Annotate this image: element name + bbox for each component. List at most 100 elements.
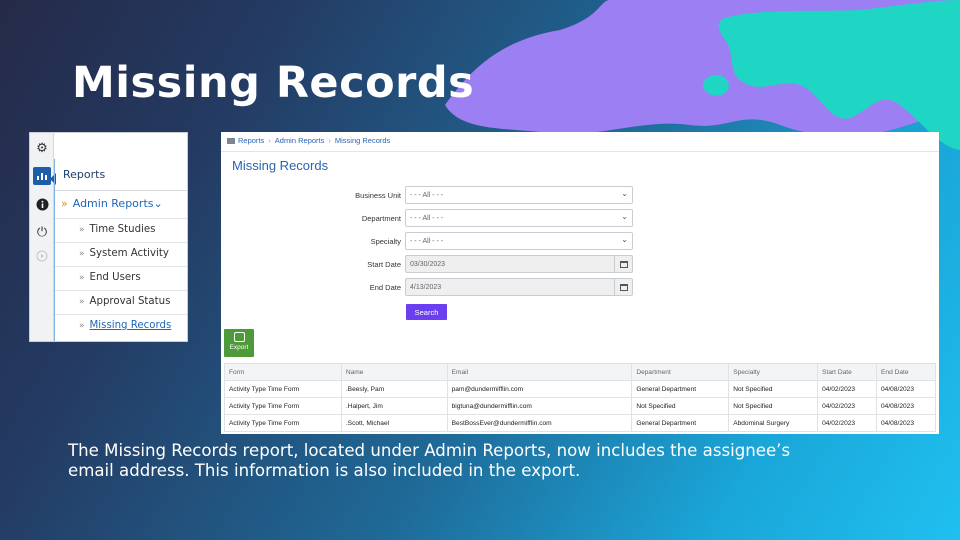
filter-label: Specialty [370,237,401,246]
specialty-select[interactable]: - - - All - - - ⌄ [405,232,633,250]
filter-end-date: End Date 4/13/2023 [221,278,939,298]
start-date-input[interactable]: 03/30/2023 [405,255,633,273]
menu-item-label: Time Studies [89,224,156,235]
gear-icon[interactable]: ⚙ [33,139,51,157]
report-title: Missing Records [232,158,329,173]
table-cell: Activity Type Time Form [224,380,342,398]
menu-item-label: Approval Status [89,296,171,307]
table-cell: 04/08/2023 [876,414,936,432]
filter-specialty: Specialty - - - All - - - ⌄ [221,232,939,252]
breadcrumb-separator: › [328,136,331,145]
date-value: 4/13/2023 [410,284,442,291]
column-header[interactable]: Form [224,363,342,381]
table-cell: General Department [631,414,730,432]
menu-item-label: Missing Records [89,320,172,331]
report-screenshot: Reports › Admin Reports › Missing Records Mi… [221,132,939,434]
table-cell: 04/02/2023 [817,397,878,415]
table-cell: Not Specified [728,380,819,398]
column-header[interactable]: Start Date [817,363,878,381]
table-cell: bigtuna@dundermifflin.com [446,397,633,415]
chevron-right-icon: » [79,297,85,307]
reports-menu: Reports » Admin Reports⌄ » Time Studies » S… [54,159,187,341]
table-cell: 04/08/2023 [876,397,936,415]
chevron-down-icon: ⌄ [153,197,163,210]
table-cell: .Beesly, Pam [340,380,448,398]
menu-item-missing-records[interactable]: » Missing Records [55,315,187,339]
table-cell: Activity Type Time Form [224,414,342,432]
breadcrumb-admin-reports[interactable]: Admin Reports [275,136,325,145]
department-select[interactable]: - - - All - - - ⌄ [405,209,633,227]
icon-rail: ⚙ ⏻ [30,133,54,341]
menu-item-time-studies[interactable]: » Time Studies [55,219,187,243]
calendar-icon[interactable] [614,256,632,272]
power-icon[interactable]: ⏻ [33,223,51,241]
table-cell: Abdominal Surgery [728,414,819,432]
chevron-right-icon: » [79,321,85,331]
chevron-down-icon: ⌄ [621,212,628,221]
filter-department: Department - - - All - - - ⌄ [221,209,939,229]
sidebar-screenshot: ⚙ ⏻ Reports » Admin Reports⌄ » Time Studie… [29,132,188,342]
table-header-row: Form Name Email Department Specialty Sta… [224,363,936,381]
table-row[interactable]: Activity Type Time Form .Beesly, Pam pam… [224,380,936,398]
reports-icon [227,138,235,144]
table-cell: .Scott, Michael [340,414,448,432]
menu-item-end-users[interactable]: » End Users [55,267,187,291]
results-table: Form Name Email Department Specialty Sta… [224,363,936,432]
export-icon [233,332,245,342]
business-unit-select[interactable]: - - - All - - - ⌄ [405,186,633,204]
chevron-right-icon: » [79,273,85,283]
menu-item-label: System Activity [89,248,169,259]
slide-caption: The Missing Records report, located unde… [68,441,791,480]
menu-item-label: End Users [89,272,141,283]
column-header[interactable]: Department [631,363,730,381]
table-cell: General Department [631,380,730,398]
select-value: - - - All - - - [410,215,444,222]
table-cell: 04/08/2023 [876,380,936,398]
breadcrumb-reports[interactable]: Reports [238,136,264,145]
breadcrumb-separator: › [268,136,271,145]
column-header[interactable]: Specialty [728,363,819,381]
chevron-right-icon: » [79,249,85,259]
search-button[interactable]: Search [406,304,447,320]
column-header[interactable]: Name [340,363,448,381]
table-cell: pam@dundermifflin.com [446,380,633,398]
bar-chart-icon[interactable] [33,167,51,185]
filter-business-unit: Business Unit - - - All - - - ⌄ [221,186,939,206]
column-header[interactable]: Email [446,363,633,381]
export-label: Export [229,344,249,351]
export-button[interactable]: Export [224,329,254,357]
table-cell: .Halpert, Jim [340,397,448,415]
column-header[interactable]: End Date [876,363,936,381]
table-cell: Activity Type Time Form [224,397,342,415]
chevron-right-icon: » [61,197,68,210]
menu-item-system-activity[interactable]: » System Activity [55,243,187,267]
chevron-right-icon: » [79,225,85,235]
table-cell: Not Specified [728,397,819,415]
breadcrumb: Reports › Admin Reports › Missing Records [221,132,939,152]
menu-item-admin-reports[interactable]: » Admin Reports⌄ [55,191,187,219]
table-cell: 04/02/2023 [817,380,878,398]
slide-title: Missing Records [72,58,475,108]
select-value: - - - All - - - [410,192,444,199]
menu-header: Reports [55,159,187,191]
filter-start-date: Start Date 03/30/2023 [221,255,939,275]
table-cell: 04/02/2023 [817,414,878,432]
filter-label: Business Unit [355,191,401,200]
info-icon[interactable] [33,195,51,213]
menu-item-label: Admin Reports [72,197,154,210]
date-value: 03/30/2023 [410,261,446,268]
breadcrumb-missing-records[interactable]: Missing Records [335,136,390,145]
table-row[interactable]: Activity Type Time Form .Scott, Michael … [224,414,936,432]
end-date-input[interactable]: 4/13/2023 [405,278,633,296]
select-value: - - - All - - - [410,238,444,245]
filter-label: End Date [369,283,401,292]
chevron-down-icon: ⌄ [621,235,628,244]
calendar-icon[interactable] [614,279,632,295]
chevron-down-icon: ⌄ [621,189,628,198]
filter-label: Start Date [367,260,401,269]
table-row[interactable]: Activity Type Time Form .Halpert, Jim bi… [224,397,936,415]
menu-item-approval-status[interactable]: » Approval Status [55,291,187,315]
table-cell: Not Specified [631,397,730,415]
play-circle-icon[interactable] [33,247,51,265]
table-cell: BestBossEver@dundermifflin.com [446,414,633,432]
